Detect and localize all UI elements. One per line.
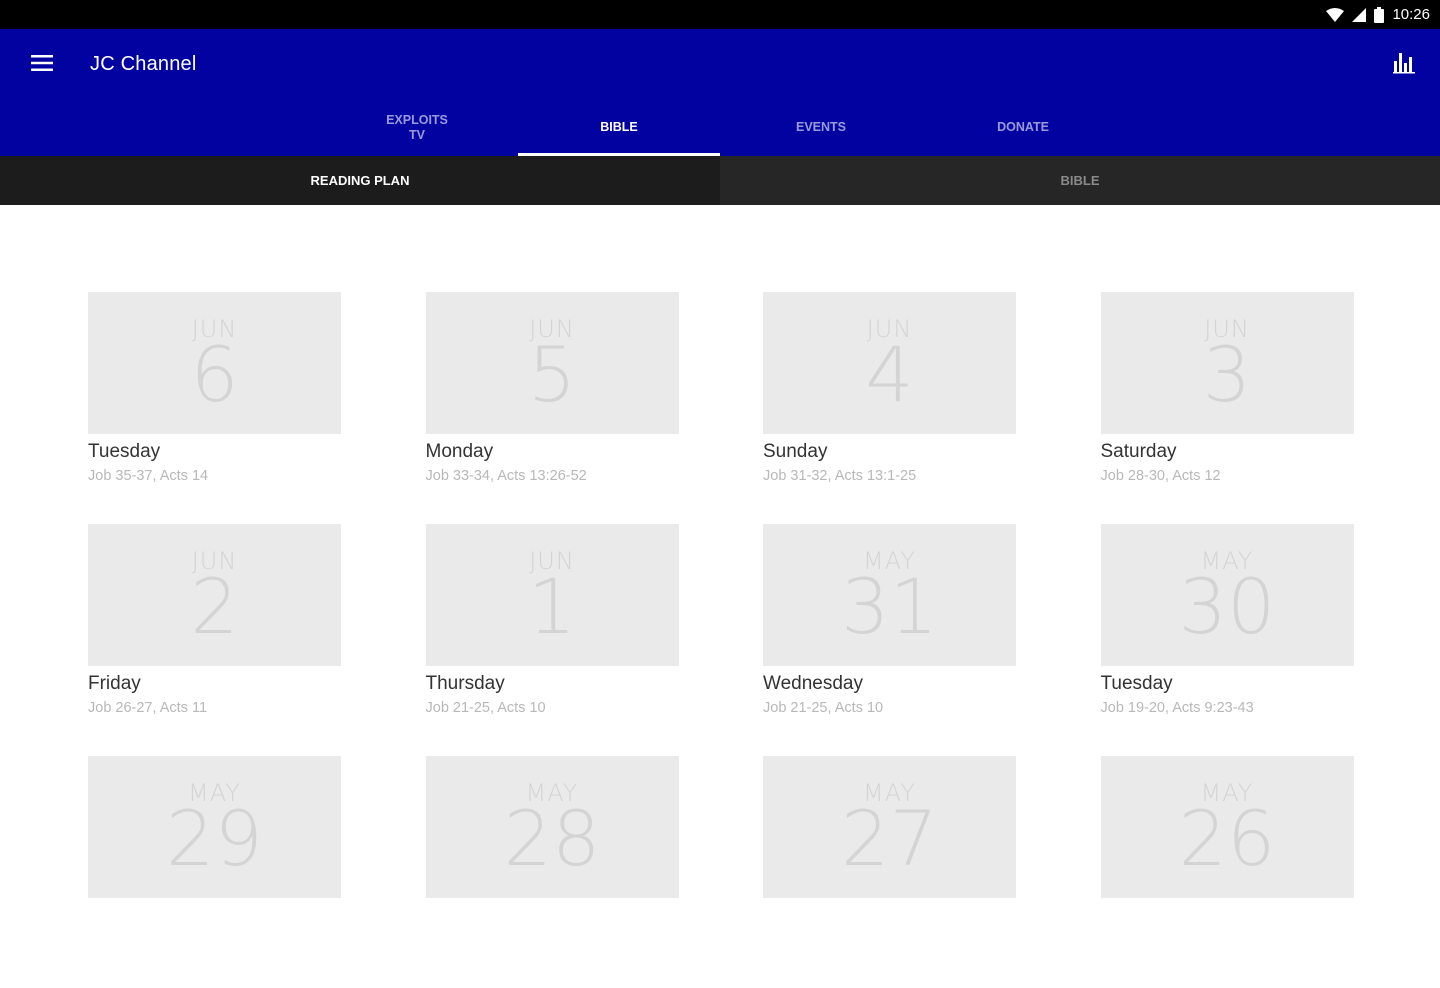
reading-plan-grid: JUN 6 Tuesday Job 35-37, Acts 14 JUN 5 M… — [88, 292, 1354, 988]
bar-chart-icon — [1392, 51, 1416, 80]
reading-day-card[interactable]: MAY 29 — [88, 756, 341, 988]
weekday-label: Monday — [425, 441, 494, 462]
stats-button[interactable] — [1386, 47, 1422, 83]
reading-day-card[interactable]: JUN 3 Saturday Job 28-30, Acts 12 — [1100, 292, 1354, 524]
tab-label: EVENTS — [795, 120, 846, 134]
date-day: 27 — [841, 794, 938, 883]
tab-donate[interactable]: DONATE — [922, 99, 1124, 156]
battery-icon — [1374, 6, 1385, 23]
reading-day-card[interactable]: MAY 28 — [425, 756, 679, 988]
date-tile: MAY 30 — [1100, 524, 1354, 666]
reading-day-card[interactable]: MAY 27 — [763, 756, 1016, 988]
reading-day-card[interactable]: JUN 1 Thursday Job 21-25, Acts 10 — [425, 524, 679, 756]
date-tile: JUN 5 — [425, 292, 679, 434]
date-tile: MAY 29 — [88, 756, 341, 898]
date-tile: JUN 2 — [88, 524, 341, 666]
sub-tab-reading-plan[interactable]: READING PLAN — [0, 156, 720, 205]
date-day: 31 — [841, 562, 938, 651]
date-day: 1 — [527, 562, 577, 651]
wifi-icon — [1326, 7, 1345, 22]
date-day: 4 — [865, 330, 914, 419]
date-day: 28 — [503, 794, 601, 883]
date-tile: MAY 26 — [1100, 756, 1354, 898]
reading-day-card[interactable]: MAY 31 Wednesday Job 21-25, Acts 10 — [763, 524, 1016, 756]
weekday-label: Wednesday — [763, 673, 863, 694]
reading-passages: Job 21-25, Acts 10 — [763, 700, 884, 716]
tab-events[interactable]: EVENTS — [720, 99, 922, 156]
sub-tab-bible[interactable]: BIBLE — [720, 156, 1440, 205]
date-day: 29 — [166, 794, 263, 883]
date-day: 2 — [190, 562, 239, 651]
date-tile: JUN 1 — [425, 524, 679, 666]
weekday-label: Tuesday — [88, 441, 161, 462]
menu-button[interactable] — [22, 45, 62, 85]
date-day: 5 — [527, 330, 577, 419]
date-tile: MAY 27 — [763, 756, 1016, 898]
weekday-label: Tuesday — [1100, 673, 1173, 694]
reading-day-card[interactable]: MAY 30 Tuesday Job 19-20, Acts 9:23-43 — [1100, 524, 1354, 756]
reading-day-card[interactable]: JUN 2 Friday Job 26-27, Acts 11 — [88, 524, 341, 756]
menu-icon — [31, 54, 53, 76]
date-tile: MAY 31 — [763, 524, 1016, 666]
reading-day-card[interactable]: JUN 5 Monday Job 33-34, Acts 13:26-52 — [425, 292, 679, 524]
reading-passages: Job 19-20, Acts 9:23-43 — [1100, 700, 1254, 716]
sub-tabs: READING PLAN BIBLE — [0, 156, 1440, 205]
tab-label: BIBLE — [600, 120, 638, 134]
reading-passages: Job 35-37, Acts 14 — [88, 468, 209, 484]
status-time: 10:26 — [1392, 6, 1430, 23]
reading-passages: Job 31-32, Acts 13:1-25 — [763, 468, 917, 484]
date-tile: JUN 3 — [1100, 292, 1354, 434]
main-tabs: EXPLOITS TV BIBLE EVENTS DONATE — [316, 99, 1124, 156]
tab-bible[interactable]: BIBLE — [518, 99, 720, 156]
status-bar: 10:26 — [0, 0, 1440, 29]
date-tile: MAY 28 — [425, 756, 679, 898]
reading-passages: Job 33-34, Acts 13:26-52 — [425, 468, 587, 484]
reading-day-card[interactable]: MAY 26 — [1100, 756, 1354, 988]
tab-exploits-tv[interactable]: EXPLOITS TV — [316, 99, 518, 156]
reading-day-card[interactable]: JUN 6 Tuesday Job 35-37, Acts 14 — [88, 292, 341, 524]
weekday-label: Thursday — [425, 673, 505, 694]
weekday-label: Friday — [88, 673, 141, 694]
tab-label: EXPLOITS TV — [386, 112, 448, 142]
reading-passages: Job 21-25, Acts 10 — [425, 700, 546, 716]
date-day: 26 — [1178, 794, 1276, 883]
date-day: 6 — [190, 330, 239, 419]
date-tile: JUN 4 — [763, 292, 1016, 434]
reading-passages: Job 26-27, Acts 11 — [88, 700, 208, 716]
signal-icon — [1352, 7, 1367, 22]
weekday-label: Saturday — [1100, 441, 1177, 462]
app-bar: JC Channel EXPLOITS TV BIBLE EVENTS DONA… — [0, 29, 1440, 156]
weekday-label: Sunday — [763, 441, 828, 462]
reading-day-card[interactable]: JUN 4 Sunday Job 31-32, Acts 13:1-25 — [763, 292, 1016, 524]
date-tile: JUN 6 — [88, 292, 341, 434]
date-day: 30 — [1178, 562, 1276, 651]
app-title: JC Channel — [90, 53, 197, 75]
reading-passages: Job 28-30, Acts 12 — [1100, 468, 1221, 484]
tab-label: DONATE — [997, 120, 1049, 134]
date-day: 3 — [1202, 330, 1252, 419]
